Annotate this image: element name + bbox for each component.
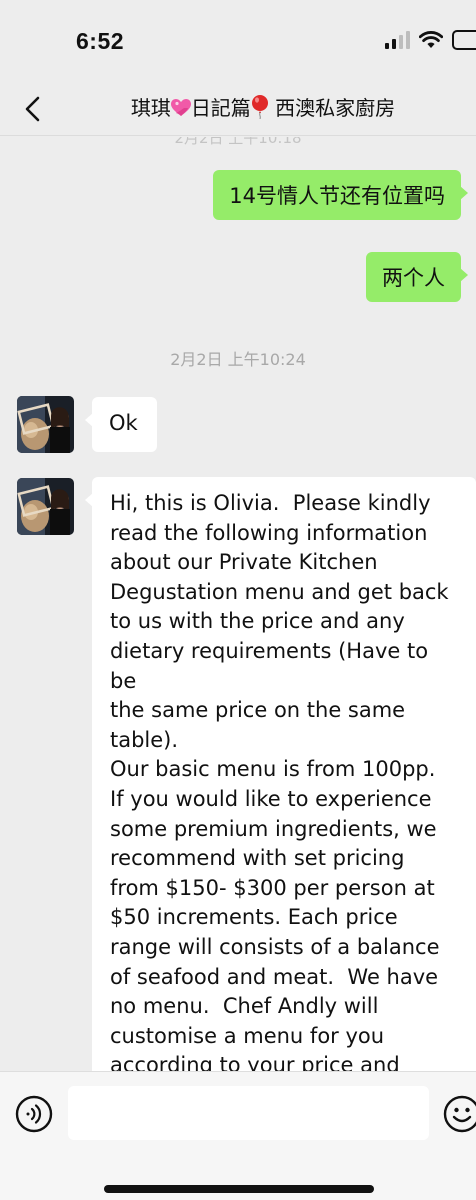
emoji-icon[interactable] — [443, 1095, 476, 1133]
voice-icon[interactable] — [15, 1095, 53, 1133]
avatar-image — [17, 396, 74, 453]
status-icons — [385, 30, 476, 50]
home-indicator — [104, 1185, 374, 1193]
incoming-message-text: Ok — [109, 411, 138, 435]
chat-title-kitchen: 西澳私家廚房 — [268, 96, 396, 120]
input-bar — [0, 1071, 476, 1200]
balloon-icon — [251, 95, 268, 119]
incoming-message-text: Hi, this is Olivia. Please kindly read t… — [110, 491, 449, 1071]
incoming-message-bubble[interactable]: Hi, this is Olivia. Please kindly read t… — [85, 477, 476, 1071]
contact-avatar[interactable] — [17, 478, 74, 535]
outgoing-message-bubble[interactable]: 14号情人节还有位置吗 — [213, 170, 468, 220]
wifi-icon — [419, 31, 443, 48]
scrolled-timestamp: 2月2日 上午10:18 — [174, 137, 302, 147]
status-time: 6:52 — [76, 28, 125, 54]
chat-title: 琪琪 日記篇 西澳私家廚房 — [60, 92, 466, 121]
outgoing-message-bubble[interactable]: 两个人 — [366, 252, 468, 302]
incoming-message-bubble[interactable]: Ok — [85, 397, 157, 452]
battery-icon — [452, 30, 476, 50]
cellular-signal-icon — [385, 31, 410, 49]
message-input[interactable] — [68, 1086, 429, 1140]
back-arrow-icon[interactable] — [20, 94, 48, 124]
avatar-image — [17, 478, 74, 535]
message-timestamp: 2月2日 上午10:24 — [170, 350, 306, 369]
chat-message-list[interactable]: 2月2日 上午10:18 14号情人节还有位置吗 两个人 2月2日 上午10:2… — [0, 137, 476, 1071]
chat-title-name: 琪琪 — [130, 96, 171, 120]
sparkling-heart-icon — [170, 99, 191, 116]
chat-title-diary: 日記篇 — [190, 96, 251, 120]
status-bar: 6:52 — [0, 0, 476, 82]
contact-avatar[interactable] — [17, 396, 74, 453]
chat-header: 琪琪 日記篇 西澳私家廚房 — [0, 82, 476, 136]
